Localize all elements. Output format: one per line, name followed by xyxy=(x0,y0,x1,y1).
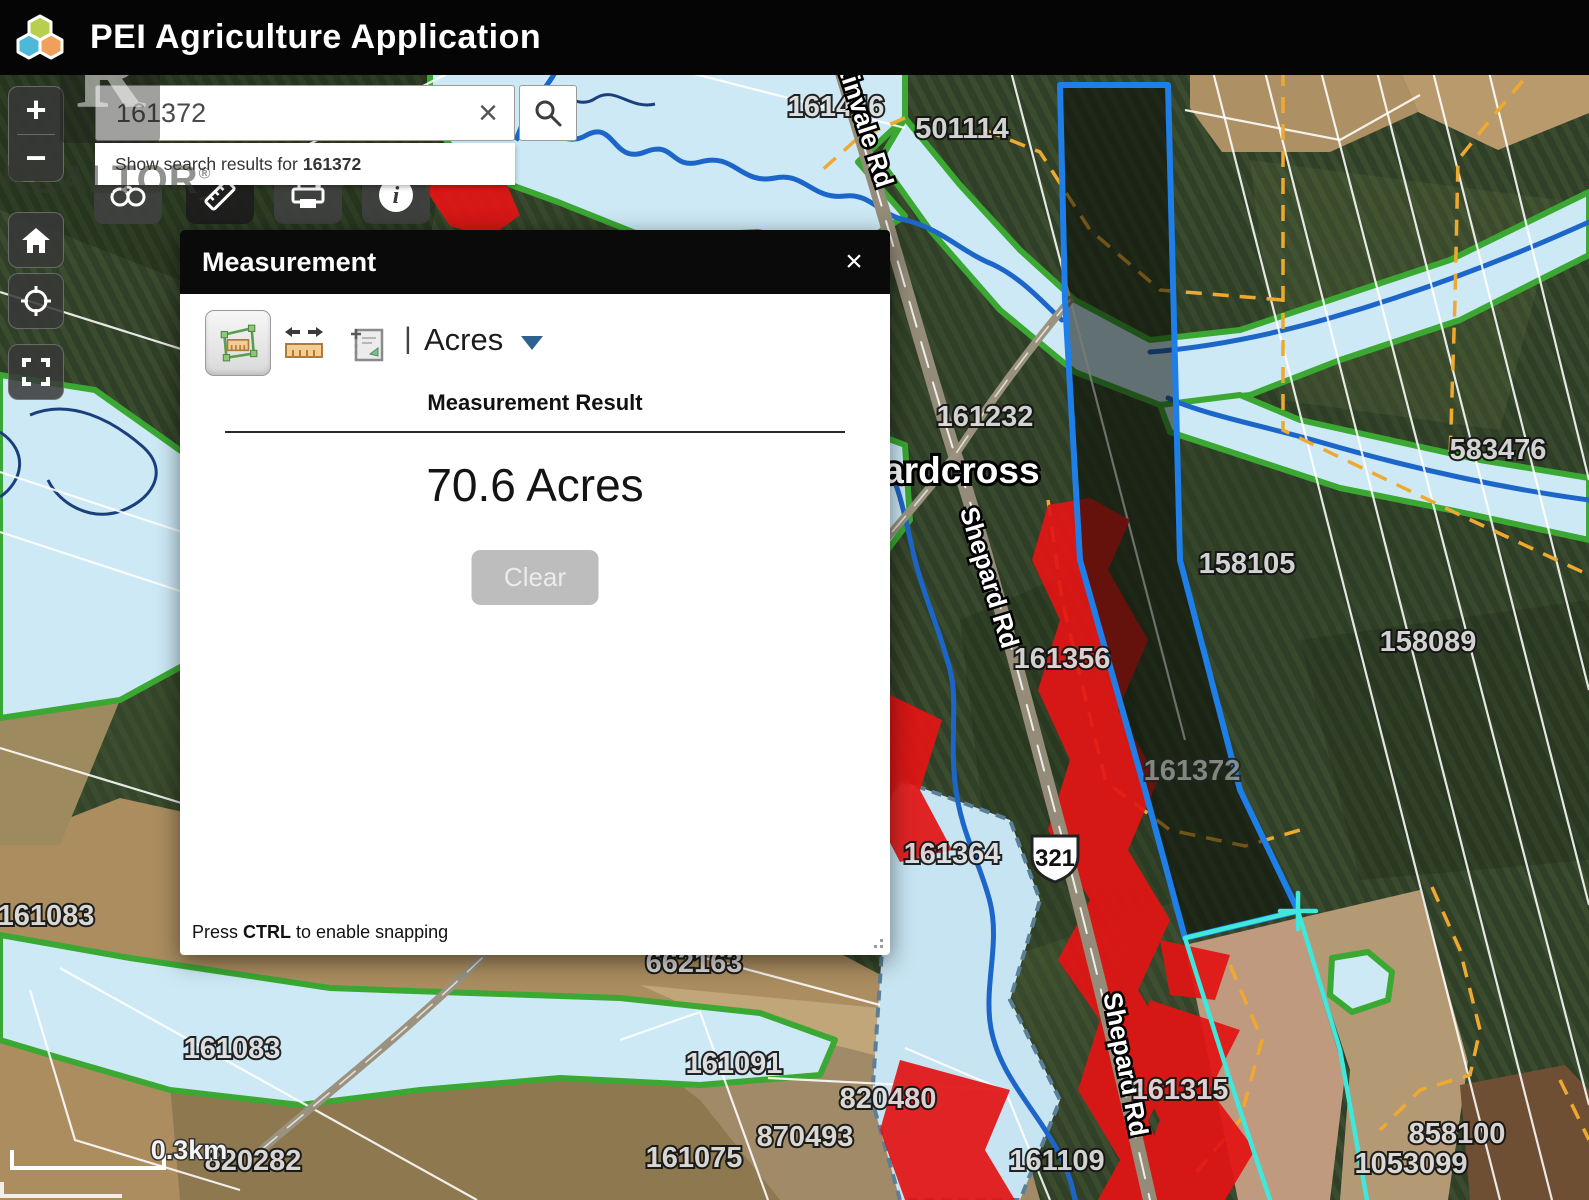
dialog-resize-handle[interactable] xyxy=(869,934,883,948)
my-location-button[interactable] xyxy=(8,273,64,329)
unit-selected-value: Acres xyxy=(424,322,503,358)
home-icon xyxy=(21,226,51,254)
app-logo-icon xyxy=(12,10,68,66)
search-suggestion-item[interactable]: Show search results for 161372 xyxy=(95,143,515,185)
search-input[interactable]: 161372 × xyxy=(95,85,515,141)
locate-crosshair-icon xyxy=(20,285,52,317)
result-divider xyxy=(225,431,845,433)
snapping-hint: PressCTRLto enable snapping xyxy=(192,922,448,943)
binoculars-icon xyxy=(110,182,146,208)
map-label: 161364 xyxy=(904,838,1001,870)
search-clear-icon[interactable]: × xyxy=(462,96,514,130)
map-label: 870493 xyxy=(757,1121,854,1153)
fullscreen-button[interactable] xyxy=(8,344,64,400)
unit-dropdown[interactable]: Acres xyxy=(424,322,543,358)
map-label: 161091 xyxy=(686,1048,783,1080)
search-button[interactable] xyxy=(519,85,577,141)
map-label: 158089 xyxy=(1380,626,1477,658)
toolbar-separator: | xyxy=(404,322,412,356)
map-label: 161109 xyxy=(1009,1145,1104,1177)
map-label: 1053099 xyxy=(1355,1148,1468,1180)
suggestion-term: 161372 xyxy=(303,154,361,175)
measurement-dialog-title: Measurement xyxy=(202,247,376,278)
zoom-in-button[interactable]: + xyxy=(9,87,63,134)
measure-location-icon xyxy=(348,324,386,364)
measure-distance-icon xyxy=(282,324,326,364)
highway-shield-label: 321 xyxy=(1035,845,1075,872)
measure-area-icon xyxy=(217,322,259,364)
measure-distance-tool-button[interactable] xyxy=(282,324,326,369)
map-label: 158105 xyxy=(1199,548,1296,580)
measurement-dialog: Measurement × xyxy=(180,230,890,955)
map-label: 0.3km xyxy=(151,1135,228,1165)
home-extent-button[interactable] xyxy=(8,212,64,268)
svg-text:i: i xyxy=(393,183,400,209)
measure-area-tool-button[interactable] xyxy=(205,310,271,376)
zoom-control: + − xyxy=(8,86,64,182)
close-icon[interactable]: × xyxy=(836,244,872,280)
measure-location-tool-button[interactable] xyxy=(348,324,386,369)
pond-right-small xyxy=(1330,952,1392,1012)
map-label: 161372 xyxy=(1144,755,1241,787)
measurement-result-value: 70.6 Acres xyxy=(180,458,890,512)
app-title: PEI Agriculture Application xyxy=(90,18,541,57)
measurement-dialog-header[interactable]: Measurement xyxy=(180,230,890,294)
map-label: 161356 xyxy=(1014,643,1111,675)
app-window: 321 501114161446tinvale Rd161232Cardcros… xyxy=(0,0,1589,1200)
search-value: 161372 xyxy=(96,98,462,129)
map-label: 820480 xyxy=(840,1083,937,1115)
measurement-result-heading: Measurement Result xyxy=(180,390,890,416)
search-icon xyxy=(533,98,563,128)
map-label: 501114 xyxy=(915,113,1009,145)
map-label: 161232 xyxy=(937,401,1034,433)
map-label: 161315 xyxy=(1132,1074,1229,1106)
ctrl-key-label: CTRL xyxy=(243,922,291,942)
app-header: PEI Agriculture Application xyxy=(0,0,1589,75)
map-label: 161083 xyxy=(184,1033,281,1065)
map-label: 858100 xyxy=(1409,1118,1506,1150)
map-label: 583476 xyxy=(1450,434,1547,466)
map-label: 161083 xyxy=(0,900,94,932)
suggestion-text: Show search results for xyxy=(115,154,298,175)
chevron-down-icon xyxy=(521,336,543,350)
zoom-out-button[interactable]: − xyxy=(9,135,63,182)
fullscreen-icon xyxy=(22,358,50,386)
map-label: 161075 xyxy=(646,1142,743,1174)
clear-button[interactable]: Clear xyxy=(472,550,599,605)
